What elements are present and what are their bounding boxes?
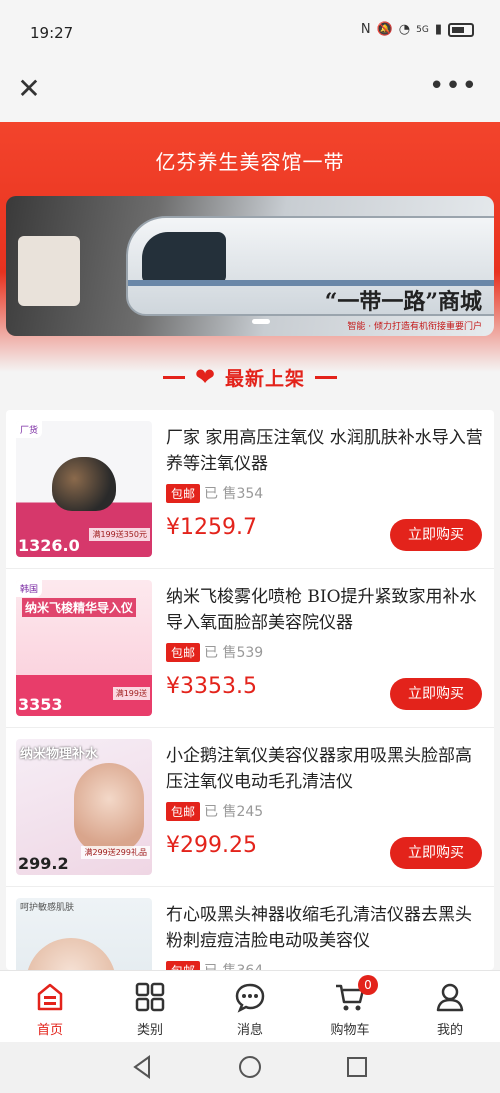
thumb-price: 3353 bbox=[18, 695, 63, 714]
buy-now-button[interactable]: 立即购买 bbox=[390, 519, 482, 551]
product-thumbnail[interactable]: 厂货 满199送350元 1326.0 bbox=[16, 421, 152, 557]
nav-label: 类别 bbox=[136, 1023, 163, 1038]
divider bbox=[162, 375, 185, 379]
thumb-promo: 满199送 bbox=[112, 687, 150, 700]
product-item[interactable]: 呵护敏感肌肤 冇心吸黑头神器收缩毛孔清洁仪器去黑头粉刺痘痘洁脸电动吸美容仪 包邮… bbox=[6, 887, 494, 970]
thumb-heading: 纳米飞梭精华导入仪 bbox=[22, 598, 137, 617]
product-item[interactable]: 厂货 满199送350元 1326.0 厂家 家用高压注氧仪 水润肌肤补水导入营… bbox=[6, 410, 494, 569]
nav-profile[interactable]: 我的 bbox=[400, 971, 500, 1042]
banner-subtitle: 智能 · 倾力打造有机衔接重要门户 bbox=[347, 322, 482, 332]
product-info: 厂家 家用高压注氧仪 水润肌肤补水导入营养等注氧仪器 包邮 已 售354 bbox=[166, 425, 484, 503]
nav-cart[interactable]: 0 购物车 bbox=[300, 971, 400, 1042]
thumb-badge: 韩国 bbox=[16, 580, 43, 597]
nav-category[interactable]: 类别 bbox=[100, 971, 200, 1042]
home-circle-icon[interactable] bbox=[237, 1054, 263, 1080]
product-thumbnail[interactable]: 呵护敏感肌肤 bbox=[16, 898, 152, 970]
product-info: 冇心吸黑头神器收缩毛孔清洁仪器去黑头粉刺痘痘洁脸电动吸美容仪 包邮 已 售364 bbox=[166, 902, 484, 970]
product-name[interactable]: 小企鹅注氧仪美容仪器家用吸黑头脸部高压注氧仪电动毛孔清洁仪 bbox=[166, 743, 484, 795]
heart-icon: ❤ bbox=[194, 363, 216, 391]
product-thumbnail[interactable]: 纳米物理补水 满299送299礼品 299.2 bbox=[16, 739, 152, 875]
product-price: ¥299.25 bbox=[166, 833, 257, 858]
profile-icon bbox=[436, 983, 464, 1012]
signal-icon: ▮ bbox=[434, 22, 442, 37]
product-meta: 包邮 已 售364 bbox=[166, 960, 484, 970]
free-shipping-badge: 包邮 bbox=[166, 801, 201, 821]
thumb-promo: 满299送299礼品 bbox=[81, 846, 150, 859]
product-name[interactable]: 厂家 家用高压注氧仪 水润肌肤补水导入营养等注氧仪器 bbox=[166, 425, 484, 477]
free-shipping-badge: 包邮 bbox=[166, 960, 201, 970]
product-meta: 包邮 已 售354 bbox=[166, 483, 484, 503]
model-face-image bbox=[26, 938, 116, 970]
sold-count: 已 售245 bbox=[204, 804, 264, 820]
section-header: ❤ 最新上架 bbox=[0, 360, 500, 394]
model-face-image bbox=[74, 763, 144, 853]
product-price: ¥3353.5 bbox=[166, 674, 257, 699]
product-list: 厂货 满199送350元 1326.0 厂家 家用高压注氧仪 水润肌肤补水导入营… bbox=[6, 410, 494, 970]
thumb-promo: 满199送350元 bbox=[89, 528, 150, 541]
product-name[interactable]: 纳米飞梭雾化喷枪 BIO提升紧致家用补水导入氧面脸部美容院仪器 bbox=[166, 584, 484, 636]
store-title: 亿芬养生美容馆一带 bbox=[155, 150, 345, 174]
product-name[interactable]: 冇心吸黑头神器收缩毛孔清洁仪器去黑头粉刺痘痘洁脸电动吸美容仪 bbox=[166, 902, 484, 954]
status-icons: N 🔕 ◔ 5G ▮ bbox=[361, 22, 474, 37]
section-title: 最新上架 bbox=[225, 367, 306, 390]
product-thumbnail[interactable]: 韩国 纳米飞梭精华导入仪 满199送 3353 bbox=[16, 580, 152, 716]
product-info: 小企鹅注氧仪美容仪器家用吸黑头脸部高压注氧仪电动毛孔清洁仪 包邮 已 售245 bbox=[166, 743, 484, 821]
product-item[interactable]: 韩国 纳米飞梭精华导入仪 满199送 3353 纳米飞梭雾化喷枪 BIO提升紧致… bbox=[6, 569, 494, 728]
category-grid-icon bbox=[135, 982, 165, 1012]
status-time: 19:27 bbox=[30, 24, 74, 42]
device-image bbox=[52, 457, 116, 511]
thumb-badge: 厂货 bbox=[16, 421, 43, 438]
status-bar: 19:27 N 🔕 ◔ 5G ▮ bbox=[0, 0, 500, 64]
product-price: ¥1259.7 bbox=[166, 515, 257, 540]
thumb-price: 1326.0 bbox=[18, 536, 80, 555]
product-meta: 包邮 已 售245 bbox=[166, 801, 484, 821]
banner-slogan: “一带一路”商城 bbox=[324, 289, 482, 315]
signal-label: 5G bbox=[416, 24, 429, 35]
battery-icon bbox=[448, 22, 474, 37]
thumb-heading: 呵护敏感肌肤 bbox=[20, 903, 75, 913]
product-info: 纳米飞梭雾化喷枪 BIO提升紧致家用补水导入氧面脸部美容院仪器 包邮 已 售53… bbox=[166, 584, 484, 662]
thumb-heading: 纳米物理补水 bbox=[20, 747, 99, 762]
wifi-icon: ◔ bbox=[398, 22, 411, 37]
home-icon bbox=[37, 983, 63, 1011]
back-icon[interactable] bbox=[130, 1054, 156, 1080]
nav-label: 首页 bbox=[36, 1023, 63, 1038]
top-bar: ✕ ••• bbox=[0, 64, 500, 122]
sold-count: 已 售539 bbox=[204, 645, 264, 661]
product-meta: 包邮 已 售539 bbox=[166, 642, 484, 662]
divider bbox=[315, 375, 338, 379]
sold-count: 已 售354 bbox=[204, 486, 264, 502]
nav-home[interactable]: 首页 bbox=[0, 971, 100, 1042]
message-icon bbox=[235, 983, 265, 1013]
nav-label: 购物车 bbox=[330, 1023, 370, 1038]
recents-icon[interactable] bbox=[344, 1054, 370, 1080]
buy-now-button[interactable]: 立即购买 bbox=[390, 678, 482, 710]
banner-bag-image bbox=[18, 236, 80, 306]
product-item[interactable]: 纳米物理补水 满299送299礼品 299.2 小企鹅注氧仪美容仪器家用吸黑头脸… bbox=[6, 728, 494, 887]
free-shipping-badge: 包邮 bbox=[166, 483, 201, 503]
system-nav-bar bbox=[0, 1042, 500, 1093]
promo-banner[interactable]: “一带一路”商城 智能 · 倾力打造有机衔接重要门户 bbox=[6, 196, 494, 336]
bottom-nav: 首页 类别 消息 0 购物车 我的 bbox=[0, 970, 500, 1042]
sold-count: 已 售364 bbox=[204, 960, 263, 970]
carousel-indicator[interactable] bbox=[252, 319, 270, 324]
cart-count-badge: 0 bbox=[358, 975, 378, 995]
nav-label: 我的 bbox=[436, 1023, 463, 1038]
thumb-price: 299.2 bbox=[18, 854, 69, 873]
free-shipping-badge: 包邮 bbox=[166, 642, 201, 662]
nav-label: 消息 bbox=[236, 1023, 263, 1038]
mute-icon: 🔕 bbox=[376, 22, 393, 37]
close-icon[interactable]: ✕ bbox=[14, 74, 44, 104]
train-window bbox=[142, 232, 226, 284]
buy-now-button[interactable]: 立即购买 bbox=[390, 837, 482, 869]
more-options-icon[interactable]: ••• bbox=[429, 73, 478, 99]
nfc-icon: N bbox=[360, 22, 371, 37]
nav-messages[interactable]: 消息 bbox=[200, 971, 300, 1042]
